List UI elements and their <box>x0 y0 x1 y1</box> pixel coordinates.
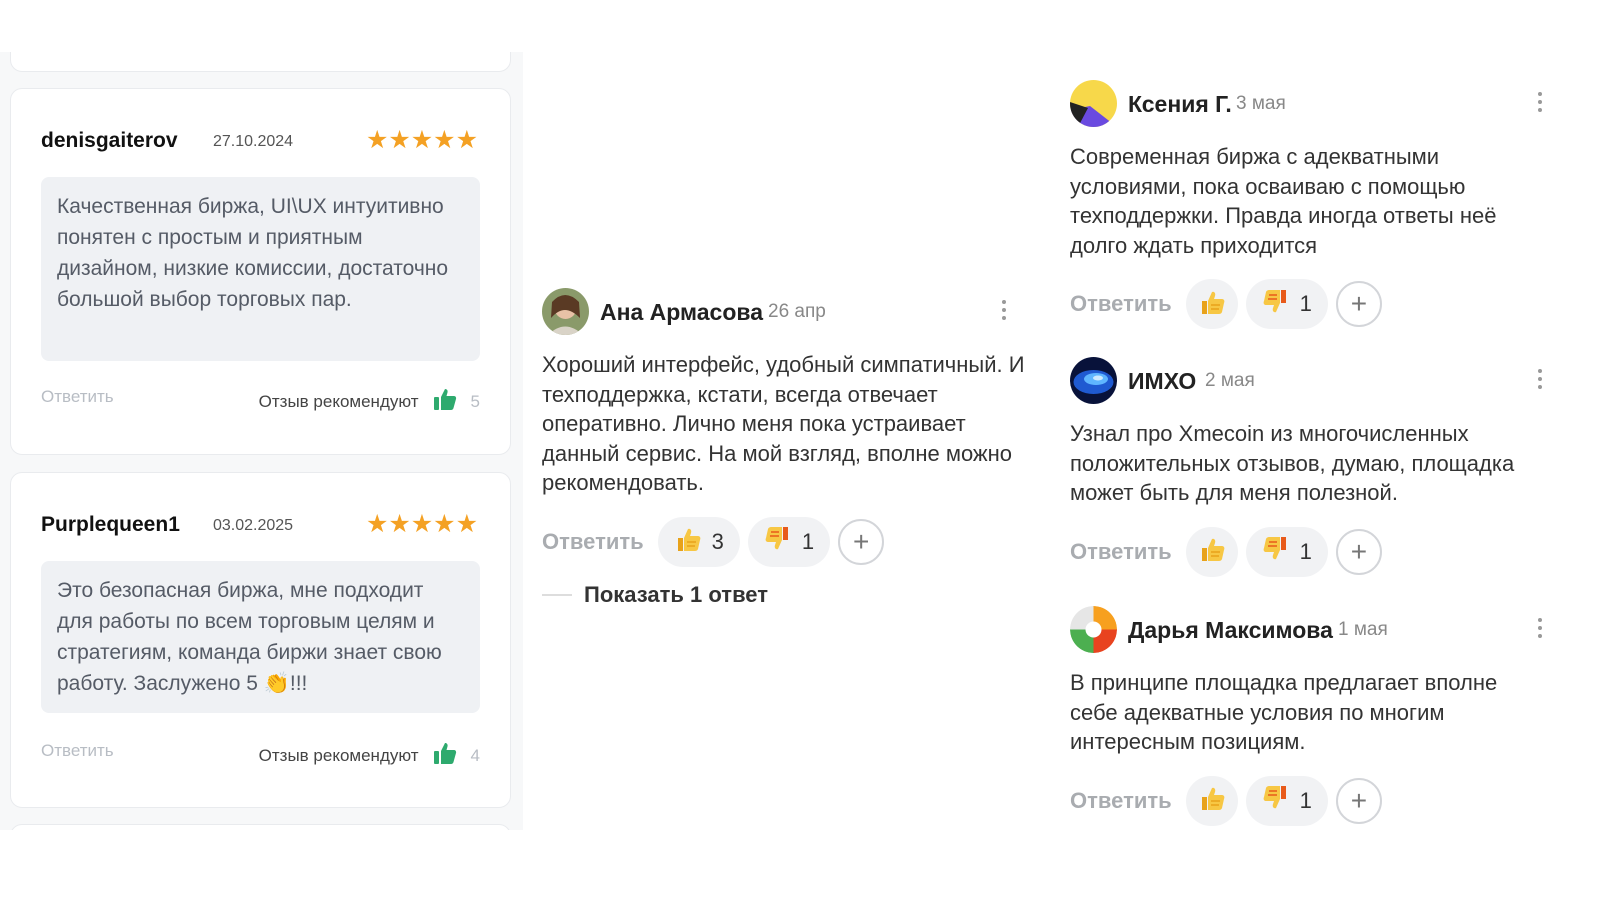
dislike-button[interactable]: 1 <box>1245 526 1328 577</box>
avatar[interactable] <box>1070 80 1117 127</box>
review-footer: Ответить Отзыв рекомендуют 4 <box>41 741 480 767</box>
comment-date: 2 мая <box>1205 370 1255 391</box>
reply-button[interactable]: Ответить <box>1070 539 1172 565</box>
like-emoji-icon <box>1198 784 1226 817</box>
show-replies-label: Показать 1 ответ <box>584 582 769 607</box>
add-reaction-button[interactable]: + <box>838 518 885 565</box>
dislike-count: 1 <box>801 528 815 554</box>
comment-author: Ана Армасова <box>600 299 764 325</box>
review-author: denisgaiterov <box>41 129 178 152</box>
dislike-count: 1 <box>1299 787 1312 813</box>
review-footer: Ответить Отзыв рекомендуют 5 <box>41 387 480 413</box>
comment-header: ИМХО 2 мая <box>1070 357 1550 405</box>
comment-date: 26 апр <box>768 301 826 322</box>
comment-actions: Ответить 3 1 + <box>542 516 1032 568</box>
reply-link[interactable]: Ответить <box>41 741 114 761</box>
more-options-icon[interactable] <box>1530 365 1550 395</box>
review-card-partial-bottom <box>10 824 511 830</box>
recommend-block: Отзыв рекомендуют 5 <box>259 387 480 416</box>
comment: ИМХО 2 мая Узнал про Xmecoin из многочис… <box>1070 357 1550 578</box>
avatar[interactable] <box>542 288 589 335</box>
review-header: Purplequeen1 03.02.2025 ★★★★★ <box>41 510 478 539</box>
like-emoji-icon <box>674 525 702 558</box>
thumbs-up-icon[interactable] <box>433 741 457 770</box>
star-rating: ★★★★★ <box>365 126 478 154</box>
comment: Ксения Г. 3 мая Современная биржа с адек… <box>1070 80 1550 330</box>
comment-author: Ксения Г. <box>1128 91 1232 117</box>
comment-header: Ана Армасова 26 апр <box>542 288 1032 336</box>
reviews-panel: denisgaiterov 27.10.2024 ★★★★★ Качествен… <box>0 52 523 830</box>
like-button[interactable] <box>1185 279 1238 329</box>
reply-link[interactable]: Ответить <box>41 387 114 407</box>
reply-button[interactable]: Ответить <box>542 529 644 555</box>
divider-line <box>542 594 572 596</box>
comment-actions: Ответить 1 + <box>1070 775 1550 827</box>
comment-header: Дарья Максимова 1 мая <box>1070 606 1550 654</box>
dislike-button[interactable]: 1 <box>747 516 831 567</box>
reply-button[interactable]: Ответить <box>1070 291 1172 317</box>
like-button[interactable] <box>1185 526 1238 577</box>
add-reaction-button[interactable]: + <box>1335 528 1382 575</box>
like-button[interactable]: 3 <box>657 516 740 567</box>
comment-header: Ксения Г. 3 мая <box>1070 80 1550 128</box>
comment-text: Хороший интерфейс, удобный симпатичный. … <box>542 352 1025 495</box>
add-reaction-button[interactable]: + <box>1335 777 1382 824</box>
more-options-icon[interactable] <box>1530 614 1550 644</box>
show-replies-button[interactable]: Показать 1 ответ <box>542 582 768 608</box>
comment-text: Современная биржа с адекватными условиям… <box>1070 144 1497 258</box>
recommend-count: 4 <box>470 745 480 765</box>
dislike-count: 1 <box>1299 291 1312 316</box>
dislike-emoji-icon <box>764 525 792 558</box>
star-rating: ★★★★★ <box>365 510 478 538</box>
comment: Ана Армасова 26 апр Хороший интерфейс, у… <box>542 288 1032 568</box>
review-text: Качественная биржа, UI\UX интуитивно пон… <box>41 177 480 361</box>
comment-date: 1 мая <box>1338 619 1388 640</box>
comment: Дарья Максимова 1 мая В принципе площадк… <box>1070 606 1550 827</box>
like-button[interactable] <box>1185 775 1238 826</box>
comment-author: Дарья Максимова <box>1128 617 1333 643</box>
dislike-button[interactable]: 1 <box>1245 279 1328 329</box>
review-card-partial-top <box>10 52 511 72</box>
comment-date: 3 мая <box>1236 93 1286 114</box>
dislike-emoji-icon <box>1262 535 1290 568</box>
dislike-button[interactable]: 1 <box>1245 775 1328 826</box>
dislike-emoji-icon <box>1262 288 1290 321</box>
comment-text: В принципе площадка предлагает вполне се… <box>1070 670 1498 754</box>
dislike-count: 1 <box>1299 538 1312 564</box>
comment-actions: Ответить 1 + <box>1070 278 1550 330</box>
review-author: Purplequeen1 <box>41 513 180 536</box>
reply-button[interactable]: Ответить <box>1070 788 1172 814</box>
like-emoji-icon <box>1198 288 1226 321</box>
recommend-label: Отзыв рекомендуют <box>258 745 419 765</box>
comment-text: Узнал про Xmecoin из многочисленных поло… <box>1070 421 1515 505</box>
comment-author: ИМХО <box>1128 368 1197 394</box>
more-options-icon[interactable] <box>994 296 1014 326</box>
comment-actions: Ответить 1 + <box>1070 526 1550 578</box>
review-date: 27.10.2024 <box>213 133 294 150</box>
review-date: 03.02.2025 <box>213 517 294 534</box>
like-count: 3 <box>711 528 724 554</box>
thumbs-up-icon[interactable] <box>433 387 457 416</box>
avatar[interactable] <box>1070 606 1117 653</box>
recommend-count: 5 <box>470 391 480 411</box>
review-card: Purplequeen1 03.02.2025 ★★★★★ Это безопа… <box>10 472 511 808</box>
avatar[interactable] <box>1070 357 1117 404</box>
review-card: denisgaiterov 27.10.2024 ★★★★★ Качествен… <box>10 88 511 455</box>
review-header: denisgaiterov 27.10.2024 ★★★★★ <box>41 126 478 155</box>
recommend-label: Отзыв рекомендуют <box>258 391 419 411</box>
like-emoji-icon <box>1198 535 1226 568</box>
review-text: Это безопасная биржа, мне подходит для р… <box>41 561 480 713</box>
add-reaction-button[interactable]: + <box>1335 281 1382 327</box>
more-options-icon[interactable] <box>1530 88 1550 118</box>
dislike-emoji-icon <box>1262 784 1290 817</box>
recommend-block: Отзыв рекомендуют 4 <box>259 741 480 770</box>
